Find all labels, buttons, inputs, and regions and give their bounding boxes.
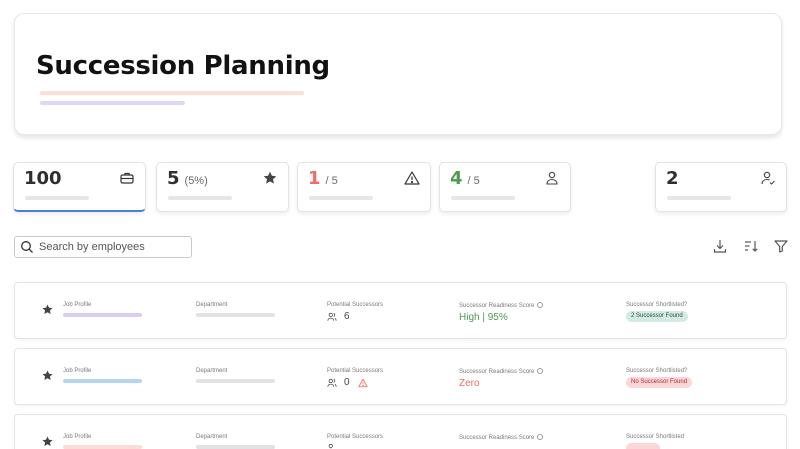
stat-card-shortlisted[interactable]: 2 [655,162,787,212]
star-icon[interactable] [41,303,54,316]
job-profile-label: Job Profile [63,434,92,440]
stat-value: 100 [24,168,62,189]
stat-value: 1 [308,168,321,189]
readiness-score-value: High | 95% [459,312,508,323]
stat-card-ready[interactable]: 4 / 5 [439,162,571,212]
download-icon[interactable] [712,238,728,254]
status-badge: 2 Successor Found [626,311,688,322]
readiness-score-label: Successor Readiness Score [459,434,544,441]
stat-value: 4 [450,168,463,189]
stat-card-total[interactable]: 100 [13,162,146,212]
department-label: Department [196,368,228,374]
stat-placeholder-bar [168,196,232,200]
stat-card-starred[interactable]: 5 (5%) [156,162,289,212]
job-profile-bar [63,313,142,317]
title-underline-primary [40,91,304,95]
star-icon [263,171,277,184]
search-box[interactable] [14,236,192,258]
search-input[interactable] [39,241,189,253]
potential-successors-label: Potential Successors [327,434,384,440]
shortlisted-label: Successor Shortlisted? [626,368,688,374]
shortlisted-label: Successor Shortlisted? [626,302,688,308]
successors-count [327,443,344,449]
briefcase-icon [120,172,134,184]
readiness-score-value: Zero [459,378,480,389]
info-icon[interactable] [537,368,544,374]
department-bar [196,313,275,317]
successors-count: 0 [327,377,368,388]
warning-icon [357,378,368,387]
job-profile-bar [63,445,142,449]
successors-value: 0 [344,377,350,388]
job-profile-label: Job Profile [63,368,92,374]
title-underline-secondary [40,101,185,105]
status-badge [626,443,660,449]
people-icon [327,378,337,387]
star-icon[interactable] [41,435,54,448]
stat-sub: / 5 [325,175,338,187]
header-card: Succession Planning [14,13,782,135]
readiness-score-label: Successor Readiness Score [459,302,544,309]
person-check-icon [761,171,775,185]
filter-icon[interactable] [773,238,789,254]
status-badge: No Successor Found [626,377,693,388]
table-row[interactable]: Job Profile Department Potential Success… [14,414,787,449]
successors-count: 6 [327,311,350,322]
search-icon [21,241,33,253]
potential-successors-label: Potential Successors [327,302,384,308]
people-icon [328,443,333,449]
stat-value: 2 [666,168,679,189]
readiness-score-label: Successor Readiness Score [459,368,544,375]
department-label: Department [196,302,228,308]
page-title: Succession Planning [36,51,330,81]
job-profile-label: Job Profile [63,302,92,308]
potential-successors-label: Potential Successors [327,368,384,374]
stat-placeholder-bar [667,196,731,200]
stat-placeholder-bar [309,196,373,200]
shortlisted-label: Successor Shortlisted [626,434,685,440]
stat-placeholder-bar [25,196,89,200]
stat-value: 5 [167,168,180,189]
job-profile-bar [63,379,142,383]
sort-icon[interactable] [743,238,759,254]
info-icon[interactable] [537,434,544,440]
successors-value: 6 [344,311,350,322]
department-bar [196,379,275,383]
department-bar [196,445,275,449]
info-icon[interactable] [537,302,544,308]
stat-card-at-risk[interactable]: 1 / 5 [297,162,431,212]
stat-sub: / 5 [467,175,480,187]
warning-icon [404,171,420,185]
department-label: Department [196,434,228,440]
stat-placeholder-bar [451,196,515,200]
star-icon[interactable] [41,369,54,382]
stat-sub: (5%) [184,175,208,187]
table-row[interactable]: Job Profile Department Potential Success… [14,348,787,405]
people-icon [327,312,337,321]
table-row[interactable]: Job Profile Department Potential Success… [14,282,787,339]
person-icon [546,171,558,185]
